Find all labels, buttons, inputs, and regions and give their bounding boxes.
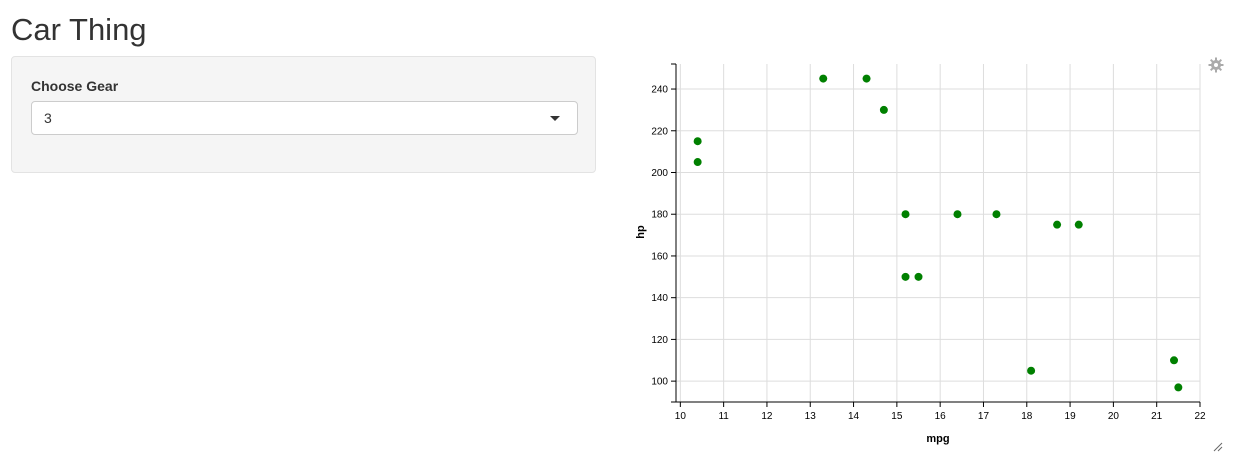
- x-tick-label: 22: [1194, 411, 1206, 422]
- plot-area: 10 11 12 13 14 15 16 17 18 19 20 21 22 100 120 140 160 18…: [620, 56, 1232, 456]
- x-tick-label: 13: [805, 411, 817, 422]
- data-point: [693, 137, 702, 146]
- x-tick-label: 12: [761, 411, 773, 422]
- gear-select-value: 3: [44, 110, 52, 126]
- scatter-chart: 10 11 12 13 14 15 16 17 18 19 20 21 22 100 120 140 160 18…: [635, 63, 1206, 445]
- data-point: [819, 74, 828, 83]
- sidebar-panel: Choose Gear 3: [11, 56, 596, 173]
- x-axis-label: mpg: [926, 433, 949, 445]
- y-axis-label: hp: [635, 225, 647, 239]
- x-tick-label: 18: [1021, 411, 1033, 422]
- data-point: [901, 210, 910, 219]
- x-tick-label: 20: [1108, 411, 1120, 422]
- caret-down-icon: [550, 116, 560, 121]
- resize-handle-icon[interactable]: [1213, 442, 1223, 452]
- data-point: [901, 272, 910, 281]
- y-tick-label: 180: [651, 210, 668, 221]
- data-point: [862, 74, 871, 83]
- x-tick-label: 16: [935, 411, 947, 422]
- data-point: [1053, 220, 1062, 229]
- gear-icon[interactable]: [1208, 57, 1224, 73]
- x-tick-label: 17: [978, 411, 990, 422]
- x-tick-label: 19: [1065, 411, 1077, 422]
- y-tick-label: 220: [651, 126, 668, 137]
- y-tick-label: 200: [651, 168, 668, 179]
- data-point: [693, 158, 702, 167]
- page-title: Car Thing: [11, 12, 147, 47]
- x-tick-label: 14: [848, 411, 860, 422]
- y-tick-label: 100: [651, 377, 668, 388]
- x-tick-label: 15: [891, 411, 903, 422]
- data-point: [953, 210, 962, 219]
- data-point: [879, 105, 888, 114]
- y-tick-label: 160: [651, 251, 668, 262]
- axis-layer: 10 11 12 13 14 15 16 17 18 19 20 21 22 100 120 140 160 18…: [651, 63, 1206, 422]
- data-point: [1170, 356, 1179, 365]
- data-point: [1074, 220, 1083, 229]
- y-tick-label: 120: [651, 335, 668, 346]
- y-tick-label: 240: [651, 85, 668, 96]
- x-tick-label: 10: [675, 411, 687, 422]
- data-point: [1174, 383, 1183, 392]
- gear-select-label: Choose Gear: [31, 78, 119, 94]
- data-point: [914, 272, 923, 281]
- x-tick-label: 11: [718, 411, 729, 422]
- x-tick-label: 21: [1151, 411, 1163, 422]
- data-point: [992, 210, 1001, 219]
- grid-layer: [676, 64, 1201, 402]
- gear-select[interactable]: 3: [31, 101, 578, 135]
- y-tick-label: 140: [651, 293, 668, 304]
- data-point: [1027, 366, 1036, 375]
